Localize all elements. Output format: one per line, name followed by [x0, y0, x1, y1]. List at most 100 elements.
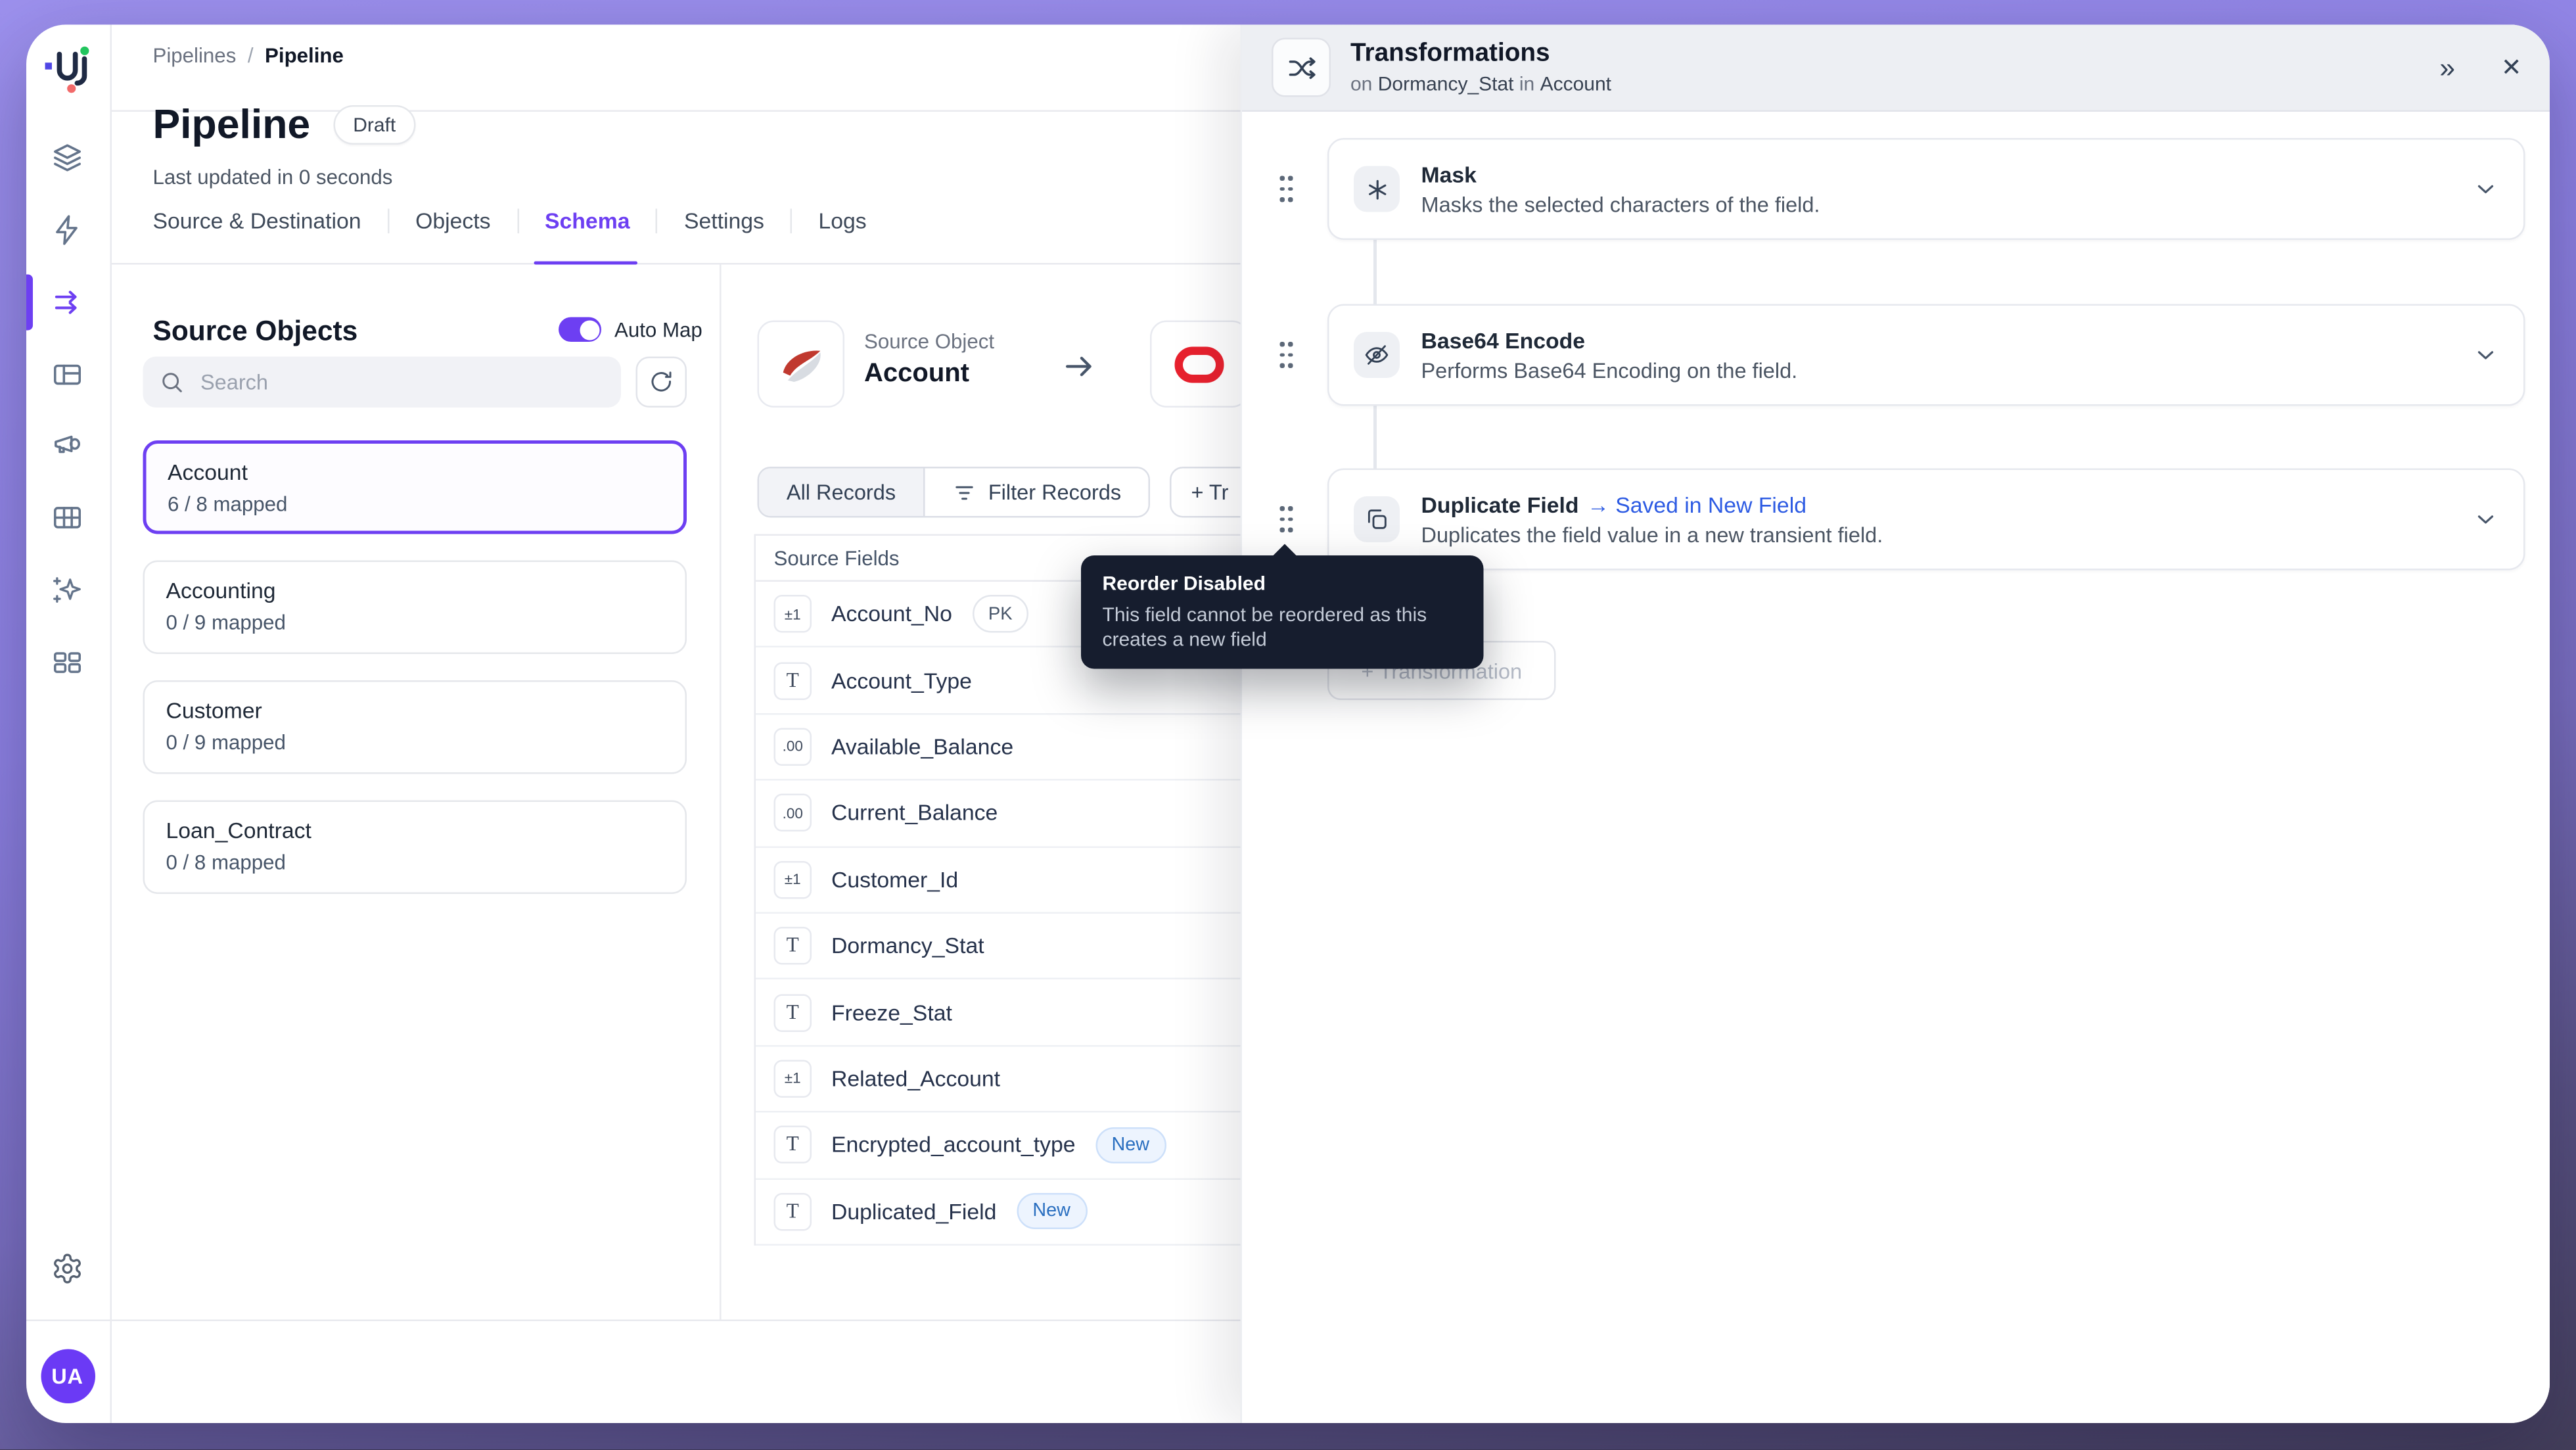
sqlserver-icon	[758, 321, 845, 408]
tab-separator	[517, 209, 519, 234]
drag-handle[interactable]	[1278, 339, 1295, 371]
filter-records-label: Filter Records	[988, 480, 1121, 505]
field-row-duplicated-field[interactable]: T Duplicated_Field New	[756, 1179, 1298, 1246]
search-icon	[160, 370, 185, 395]
field-type-text-icon: T	[774, 927, 812, 965]
field-name: Account_No	[831, 601, 952, 626]
transformation-card-mask[interactable]: Mask Masks the selected characters of th…	[1327, 138, 2525, 240]
filter-icon	[952, 480, 975, 503]
object-mapped-count: 0 / 8 mapped	[166, 851, 664, 874]
field-name: Dormancy_Stat	[831, 933, 984, 958]
chevron-down-icon[interactable]	[2473, 342, 2499, 368]
duplicate-copy-icon	[1354, 496, 1400, 542]
field-name: Duplicated_Field	[831, 1199, 996, 1224]
tab-bar: Source & Destination Objects Schema Sett…	[153, 209, 867, 234]
sidebar-item-megaphone-icon[interactable]	[51, 429, 84, 462]
field-row-freeze-stat[interactable]: T Freeze_Stat	[756, 980, 1298, 1046]
field-type-number-icon: ±1	[774, 1060, 812, 1098]
search-box	[143, 357, 622, 408]
field-type-text-icon: T	[774, 993, 812, 1031]
collapse-panel-icon[interactable]: »	[2439, 53, 2455, 82]
drag-handle[interactable]	[1278, 173, 1295, 206]
source-object-card-customer[interactable]: Customer 0 / 9 mapped	[143, 680, 687, 774]
drag-handle[interactable]	[1278, 503, 1295, 536]
tab-source-destination[interactable]: Source & Destination	[153, 209, 361, 234]
field-name: Current_Balance	[831, 801, 998, 826]
tabs-divider	[112, 263, 1241, 265]
oracle-o-glyph	[1175, 346, 1224, 382]
active-nav-indicator	[26, 275, 32, 331]
field-type-decimal-icon: .00	[774, 794, 812, 832]
primary-key-badge: PK	[972, 595, 1029, 633]
card-title: Mask	[1421, 162, 1477, 187]
settings-gear-icon[interactable]	[51, 1252, 84, 1285]
field-row-dormancy-stat[interactable]: T Dormancy_Stat	[756, 914, 1298, 980]
active-tab-underline	[534, 260, 638, 264]
sidebar-item-layout-icon[interactable]	[51, 358, 84, 391]
reorder-disabled-tooltip: Reorder Disabled This field cannot be re…	[1081, 555, 1484, 669]
app-window: UA Pipelines / Pipeline Pipeline Draft L…	[26, 25, 2550, 1424]
records-segmented-control: All Records Filter Records	[758, 467, 1151, 518]
refresh-button[interactable]	[636, 357, 687, 408]
toggle-knob	[579, 319, 599, 339]
field-type-text-icon: T	[774, 1192, 812, 1230]
object-mapped-count: 0 / 9 mapped	[166, 732, 664, 755]
source-object-name: Account	[864, 360, 969, 390]
last-updated-text: Last updated in 0 seconds	[153, 166, 393, 189]
field-type-number-icon: ±1	[774, 595, 812, 633]
sidebar-item-pipelines-icon[interactable]	[51, 286, 84, 319]
field-row-current-balance[interactable]: .00 Current_Balance	[756, 781, 1298, 847]
object-name: Accounting	[166, 578, 664, 603]
sidebar-item-table-icon[interactable]	[51, 502, 84, 534]
search-input[interactable]	[197, 368, 605, 396]
field-row-available-balance[interactable]: .00 Available_Balance	[756, 714, 1298, 781]
sidebar-item-zap-icon[interactable]	[51, 214, 84, 246]
status-badge: Draft	[333, 105, 415, 145]
source-object-card-loan-contract[interactable]: Loan_Contract 0 / 8 mapped	[143, 801, 687, 895]
breadcrumb: Pipelines / Pipeline	[153, 45, 344, 68]
card-title: Base64 Encode	[1421, 328, 1586, 353]
transformation-card-duplicate-field[interactable]: Duplicate Field → Saved in New Field Dup…	[1327, 469, 2525, 571]
tooltip-body: This field cannot be reordered as this c…	[1103, 603, 1463, 653]
app-logo[interactable]	[39, 39, 95, 99]
shuffle-icon	[1272, 38, 1331, 97]
new-field-badge: New	[1016, 1194, 1087, 1230]
breadcrumb-pipelines[interactable]: Pipelines	[153, 45, 237, 68]
field-name: Account_Type	[831, 668, 972, 693]
saved-in-new-field-link[interactable]: → Saved in New Field	[1587, 492, 1806, 517]
field-row-encrypted-account-type[interactable]: T Encrypted_account_type New	[756, 1113, 1298, 1179]
auto-map-toggle[interactable]	[559, 317, 601, 342]
filter-records-button[interactable]: Filter Records	[925, 469, 1149, 517]
sidebar-border	[110, 25, 112, 1424]
tab-objects[interactable]: Objects	[415, 209, 490, 234]
tab-logs[interactable]: Logs	[818, 209, 866, 234]
sidebar-item-ai-sparkles-icon[interactable]	[51, 574, 84, 607]
transformations-panel-header: Transformations on Dormancy_Stat in Acco…	[1242, 25, 2550, 112]
panel-subtitle: on Dormancy_Stat in Account	[1350, 72, 1611, 95]
field-type-text-icon: T	[774, 661, 812, 699]
field-row-customer-id[interactable]: ±1 Customer_Id	[756, 847, 1298, 914]
subtitle-on: on	[1350, 72, 1372, 95]
tab-schema[interactable]: Schema	[545, 209, 630, 234]
all-records-button[interactable]: All Records	[759, 469, 925, 517]
source-object-card-account[interactable]: Account 6 / 8 mapped	[143, 440, 687, 534]
field-type-text-icon: T	[774, 1126, 812, 1164]
subtitle-field: Dormancy_Stat	[1378, 72, 1514, 95]
panel-title: Transformations	[1350, 39, 1611, 69]
breadcrumb-separator: /	[248, 45, 254, 68]
chevron-down-icon[interactable]	[2473, 176, 2499, 202]
field-row-related-account[interactable]: ±1 Related_Account	[756, 1046, 1298, 1113]
transformation-card-base64[interactable]: Base64 Encode Performs Base64 Encoding o…	[1327, 304, 2525, 406]
user-avatar[interactable]: UA	[40, 1349, 95, 1404]
sidebar-item-layers-icon[interactable]	[51, 141, 84, 174]
logo-pixel	[45, 62, 52, 69]
page-title: Pipeline	[153, 102, 311, 148]
subtitle-in: in	[1519, 72, 1534, 95]
source-object-card-accounting[interactable]: Accounting 0 / 9 mapped	[143, 561, 687, 655]
close-panel-icon[interactable]: ✕	[2501, 55, 2521, 80]
tab-settings[interactable]: Settings	[684, 209, 764, 234]
chevron-down-icon[interactable]	[2473, 506, 2499, 532]
field-name: Related_Account	[831, 1066, 1000, 1091]
auto-map-label: Auto Map	[614, 318, 702, 341]
sidebar-item-apps-grid-icon[interactable]	[51, 646, 84, 679]
